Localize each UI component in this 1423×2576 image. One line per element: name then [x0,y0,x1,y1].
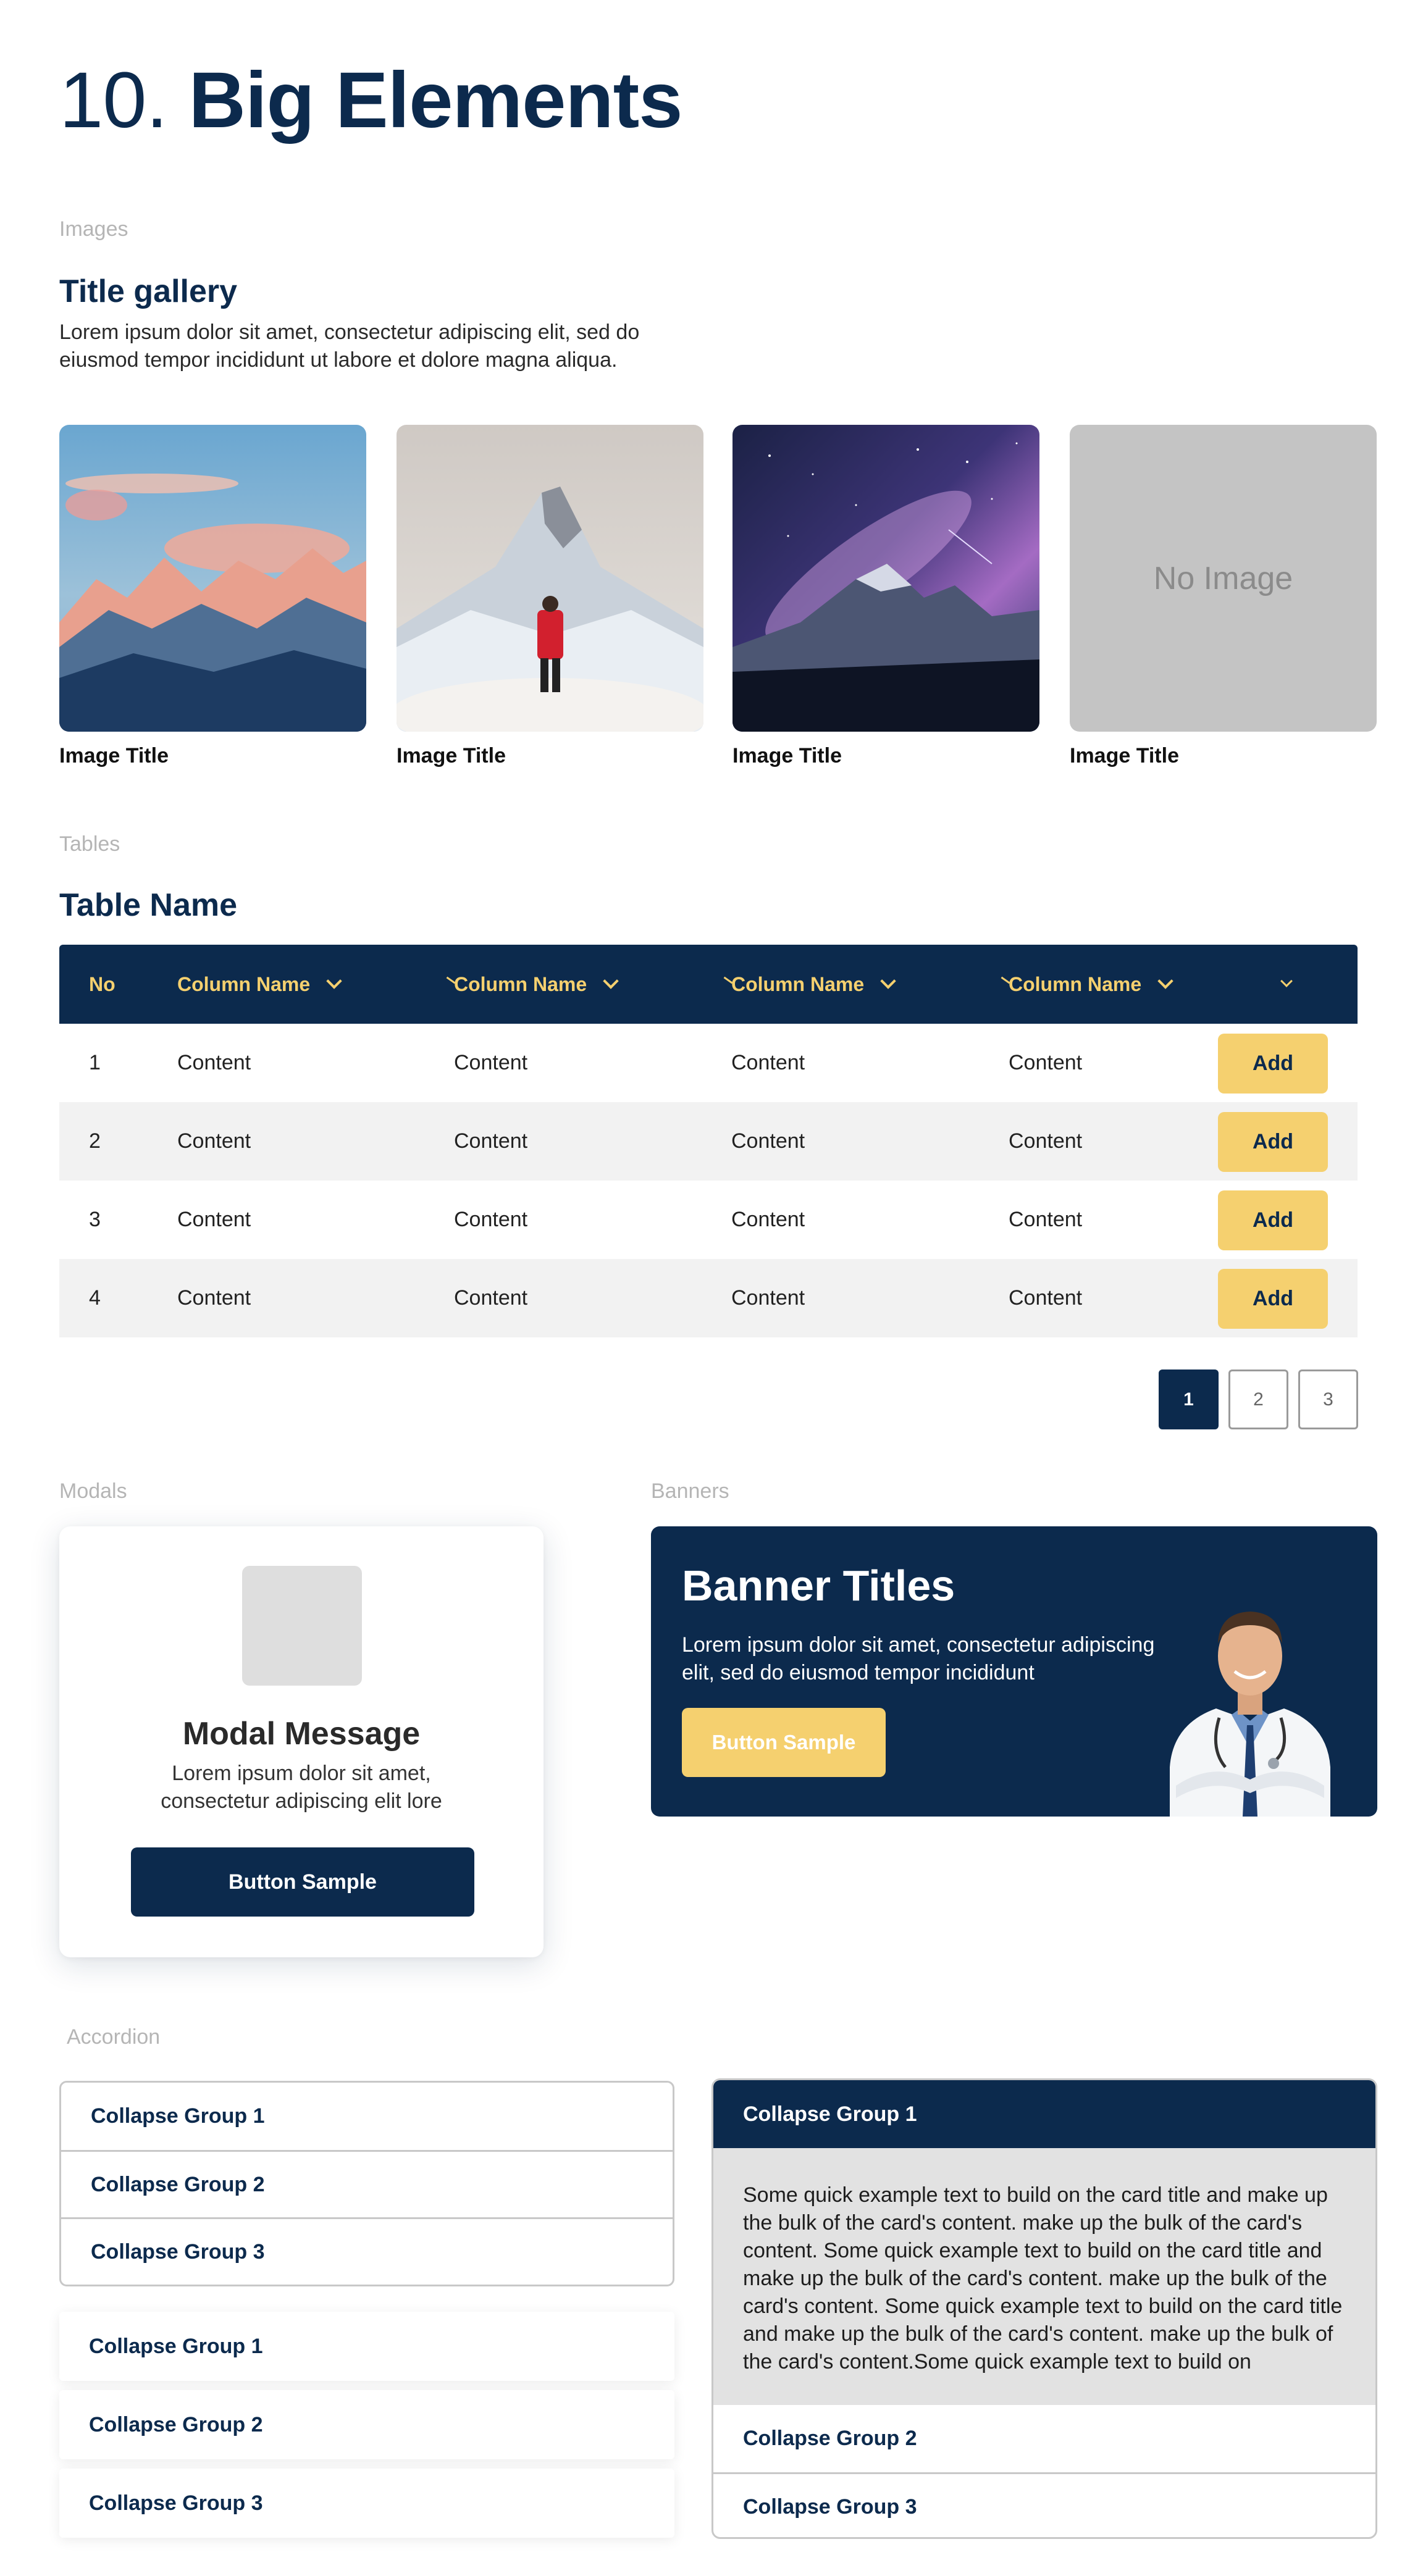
cell-no: 2 [89,1129,101,1153]
cell: Content [1009,1129,1083,1153]
add-button[interactable]: Add [1218,1190,1328,1250]
action-column-header[interactable] [1280,945,1293,1024]
cell: Content [454,1129,528,1153]
accordion-item[interactable]: Collapse Group 1 [61,2083,673,2150]
accordion-body: Some quick example text to build on the … [713,2148,1375,2405]
accordion-item[interactable]: Collapse Group 2 [713,2405,1375,2472]
accordion-item[interactable]: Collapse Group 3 [61,2217,673,2285]
gallery-card[interactable]: Image Title [397,425,703,768]
table-row: 1 Content Content Content Content Add [59,1024,1358,1102]
gallery-image-title: Image Title [1070,744,1179,767]
gallery-image-title: Image Title [732,744,842,767]
chevron-down-icon[interactable] [880,973,896,989]
page-heading: Big Elements [188,56,683,144]
gallery-image-hiker[interactable] [397,425,703,732]
accordion-item[interactable]: Collapse Group 3 [713,2472,1375,2537]
cell: Content [177,1051,251,1074]
add-button[interactable]: Add [1218,1269,1328,1329]
gallery-image-title: Image Title [397,744,506,767]
cell: Content [454,1208,528,1231]
column-header-label: Column Name [454,972,587,995]
table-title: Table Name [59,887,238,923]
column-header-label: Column Name [177,972,311,995]
modal-card: Modal Message Lorem ipsum dolor sit amet… [59,1526,544,1957]
column-header-label: Column Name [731,972,865,995]
column-header-no[interactable]: No [89,945,115,1024]
page-number: 10. [59,56,168,144]
cell: Content [454,1051,528,1074]
section-label-modals: Modals [59,1479,127,1503]
table-row: 3 Content Content Content Content Add [59,1181,1358,1259]
page-title: 10. Big Elements [59,54,682,147]
page-button-3[interactable]: 3 [1298,1370,1358,1429]
banner: Banner Titles Lorem ipsum dolor sit amet… [651,1526,1377,1817]
accordion-open-header[interactable]: Collapse Group 1 [713,2080,1375,2148]
no-image-text: No Image [1153,560,1293,596]
add-button[interactable]: Add [1218,1034,1328,1094]
accordion-item[interactable]: Collapse Group 2 [61,2150,673,2217]
gallery-image-mountain-sunset[interactable] [59,425,366,732]
accordion-item-shadowed[interactable]: Collapse Group 3 [59,2469,674,2538]
gallery-card[interactable]: Image Title [732,425,1039,768]
section-label-images: Images [59,217,128,241]
gallery-image-milky-way[interactable] [732,425,1039,732]
chevron-down-icon[interactable] [603,973,619,989]
pagination: 1 2 3 [1159,1370,1358,1429]
table-row: 4 Content Content Content Content Add [59,1259,1358,1337]
cell: Content [177,1129,251,1153]
chevron-down-icon[interactable] [1157,973,1173,989]
banner-title: Banner Titles [682,1562,955,1610]
gallery-image-title: Image Title [59,744,169,767]
data-table: No Column Name Column Name Column Name C… [59,945,1358,1337]
cell: Content [731,1129,805,1153]
table-header: No Column Name Column Name Column Name C… [59,945,1358,1024]
banner-button[interactable]: Button Sample [682,1708,886,1777]
cell: Content [177,1208,251,1231]
accordion-item-shadowed[interactable]: Collapse Group 2 [59,2390,674,2459]
column-header[interactable]: Column Name [731,945,896,1024]
cell: Content [1009,1051,1083,1074]
table-row: 2 Content Content Content Content Add [59,1102,1358,1181]
accordion-item-shadowed[interactable]: Collapse Group 1 [59,2312,674,2381]
gallery-card[interactable]: Image Title [59,425,366,768]
cell: Content [1009,1286,1083,1310]
cell-no: 3 [89,1208,101,1231]
page-button-2[interactable]: 2 [1228,1370,1288,1429]
cell-no: 4 [89,1286,101,1310]
section-label-tables: Tables [59,832,120,856]
chevron-down-icon[interactable] [1280,975,1293,987]
add-button[interactable]: Add [1218,1112,1328,1172]
cell: Content [731,1051,805,1074]
gallery-card[interactable]: No Image Image Title [1070,425,1377,768]
accordion-expanded: Collapse Group 1 Some quick example text… [712,2078,1377,2539]
section-label-accordion: Accordion [67,2025,161,2049]
cell-no: 1 [89,1051,101,1074]
page-button-1[interactable]: 1 [1159,1370,1219,1429]
cell: Content [454,1286,528,1310]
cell: Content [1009,1208,1083,1231]
column-header[interactable]: Column Name [1009,945,1173,1024]
column-header[interactable]: Column Name [177,945,342,1024]
banner-text: Lorem ipsum dolor sit amet, consectetur … [682,1633,1155,1684]
cell: Content [177,1286,251,1310]
doctor-portrait-image [1170,1612,1330,1817]
cell: Content [731,1286,805,1310]
gallery-title: Title gallery [59,274,238,309]
modal-image-placeholder [242,1566,362,1686]
column-header[interactable]: Column Name [454,945,619,1024]
chevron-down-icon[interactable] [326,973,342,989]
modal-title: Modal Message [182,1716,421,1752]
modal-button[interactable]: Button Sample [131,1847,474,1917]
column-header-label: Column Name [1009,972,1142,995]
cell: Content [731,1208,805,1231]
gallery-image-placeholder[interactable]: No Image [1070,425,1377,732]
section-label-banners: Banners [651,1479,729,1503]
gallery-description: Lorem ipsum dolor sit amet, consectetur … [59,320,640,372]
accordion-bordered: Collapse Group 1 Collapse Group 2 Collap… [59,2081,674,2286]
modal-text: Lorem ipsum dolor sit amet, consectetur … [161,1762,442,1813]
